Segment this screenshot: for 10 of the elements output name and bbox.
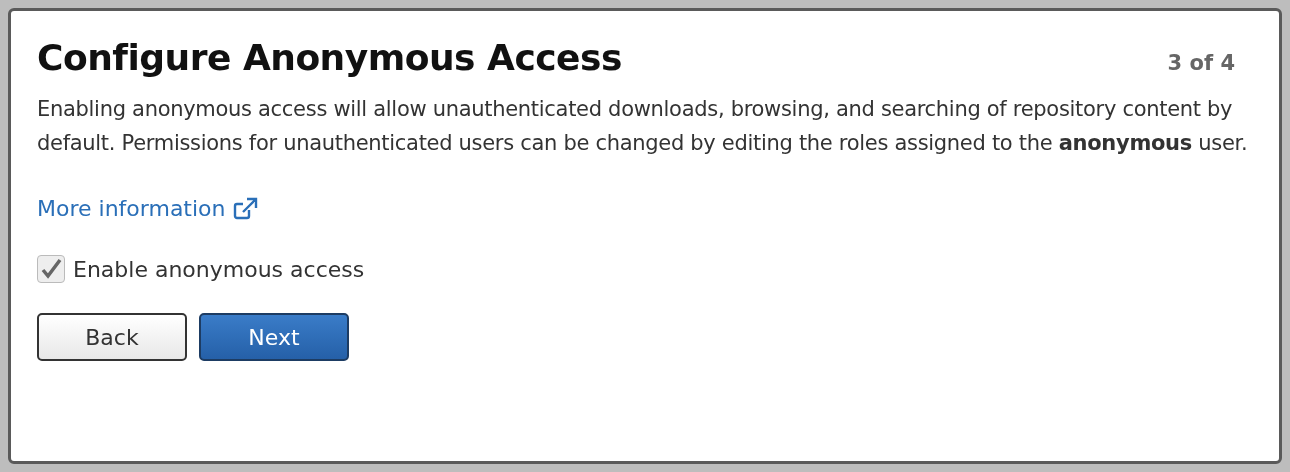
- description: Enabling anonymous access will allow unauthenticated downloads, browsing, and searching of repository content by default. Permissions for unauthenticated users can be changed by editing the roles assigned to the anonymous user.: [37, 96, 1249, 157]
- dialog-title: Configure Anonymous Access: [37, 37, 622, 78]
- checkbox-label: Enable anonymous access: [73, 256, 365, 282]
- next-button[interactable]: Next: [199, 313, 349, 361]
- back-button[interactable]: Back: [37, 313, 187, 361]
- external-link-icon: [231, 196, 258, 221]
- checkbox[interactable]: [37, 255, 65, 283]
- checkmark-icon: [39, 258, 63, 280]
- more-information-link[interactable]: More information: [37, 196, 258, 221]
- step-counter: 3 of 4: [1167, 51, 1235, 75]
